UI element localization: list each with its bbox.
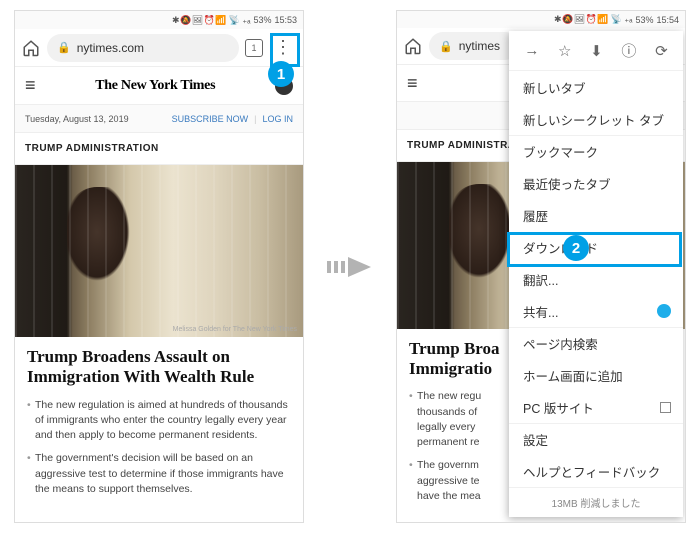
download-icon[interactable]: ⬇ bbox=[590, 42, 603, 60]
badge-2: 2 bbox=[563, 235, 589, 261]
menu-help[interactable]: ヘルプとフィードバック bbox=[509, 455, 683, 487]
reload-icon[interactable]: ⟳ bbox=[655, 42, 668, 60]
article-summary: The new regulation is aimed at hundreds … bbox=[15, 398, 303, 515]
home-icon[interactable] bbox=[403, 36, 423, 56]
chrome-menu: → ☆ ⬇ ⓘ ⟳ 新しいタブ 新しいシークレット タブ ブックマーク 最近使っ… bbox=[509, 31, 683, 517]
status-battery: 53% bbox=[253, 15, 271, 25]
site-logo[interactable]: The New York Times bbox=[95, 78, 215, 94]
hamburger-icon[interactable]: ≡ bbox=[407, 73, 418, 94]
site-header: ≡ The New York Times bbox=[15, 67, 303, 105]
status-net: 📡 ₊ₐ bbox=[611, 14, 633, 25]
transition-arrow bbox=[320, 249, 380, 285]
status-time: 15:53 bbox=[274, 15, 297, 25]
url-field[interactable]: 🔒 nytimes bbox=[429, 32, 519, 60]
url-text: nytimes bbox=[459, 39, 500, 53]
menu-recent-tabs[interactable]: 最近使ったタブ bbox=[509, 167, 683, 199]
menu-settings[interactable]: 設定 bbox=[509, 423, 683, 455]
checkbox-icon[interactable] bbox=[660, 402, 671, 413]
tabs-icon[interactable]: 1 bbox=[245, 39, 263, 57]
menu-footer: 13MB 削減しました bbox=[509, 487, 683, 517]
status-time: 15:54 bbox=[656, 15, 679, 25]
status-net: 📡 ₊ₐ bbox=[229, 15, 251, 26]
lock-icon: 🔒 bbox=[439, 40, 453, 53]
menu-add-homescreen[interactable]: ホーム画面に追加 bbox=[509, 359, 683, 391]
status-bar: ✱ 🔕 🖼 ⏰ 📶 📡 ₊ₐ 53% 15:54 bbox=[397, 11, 685, 28]
hamburger-icon[interactable]: ≡ bbox=[25, 75, 36, 96]
status-battery: 53% bbox=[635, 15, 653, 25]
bullet: The government's decision will be based … bbox=[27, 451, 291, 497]
section-kicker: TRUMP ADMINISTRATION bbox=[15, 133, 303, 165]
menu-share[interactable]: 共有... bbox=[509, 295, 683, 327]
phone-left: ✱ 🔕 🖼 ⏰ 📶 📡 ₊ₐ 53% 15:53 🔒 nytimes.com 1… bbox=[14, 10, 304, 523]
bullet: The new regulation is aimed at hundreds … bbox=[27, 398, 291, 444]
badge-1: 1 bbox=[268, 61, 294, 87]
date-row: Tuesday, August 13, 2019 SUBSCRIBE NOW |… bbox=[15, 105, 303, 133]
more-menu-button[interactable]: ⋮ bbox=[269, 34, 297, 62]
article-photo: Melissa Golden for The New York Times bbox=[15, 165, 303, 337]
menu-new-tab[interactable]: 新しいタブ bbox=[509, 71, 683, 103]
status-bar: ✱ 🔕 🖼 ⏰ 📶 📡 ₊ₐ 53% 15:53 bbox=[15, 11, 303, 29]
menu-desktop-site[interactable]: PC 版サイト bbox=[509, 391, 683, 423]
menu-history[interactable]: 履歴 bbox=[509, 199, 683, 231]
star-icon[interactable]: ☆ bbox=[558, 42, 571, 60]
date-text: Tuesday, August 13, 2019 bbox=[25, 114, 129, 124]
lock-icon: 🔒 bbox=[57, 41, 71, 54]
url-text: nytimes.com bbox=[77, 41, 144, 55]
menu-incognito[interactable]: 新しいシークレット タブ bbox=[509, 103, 683, 135]
status-icons: ✱ 🔕 🖼 ⏰ 📶 bbox=[554, 14, 608, 25]
status-icons: ✱ 🔕 🖼 ⏰ 📶 bbox=[172, 15, 226, 26]
menu-find[interactable]: ページ内検索 bbox=[509, 327, 683, 359]
menu-bookmarks[interactable]: ブックマーク bbox=[509, 135, 683, 167]
menu-toolbar: → ☆ ⬇ ⓘ ⟳ bbox=[509, 31, 683, 71]
share-icon bbox=[657, 304, 671, 318]
photo-credit: Melissa Golden for The New York Times bbox=[173, 326, 297, 333]
info-icon[interactable]: ⓘ bbox=[621, 40, 636, 61]
menu-downloads[interactable]: ダウンロード bbox=[509, 231, 683, 263]
url-field[interactable]: 🔒 nytimes.com bbox=[47, 34, 239, 62]
menu-translate[interactable]: 翻訳... bbox=[509, 263, 683, 295]
forward-icon[interactable]: → bbox=[524, 42, 539, 59]
address-bar: 🔒 nytimes.com 1 ⋮ bbox=[15, 29, 303, 67]
subscribe-link[interactable]: SUBSCRIBE NOW bbox=[172, 114, 249, 124]
phone-right: ✱ 🔕 🖼 ⏰ 📶 📡 ₊ₐ 53% 15:54 🔒 nytimes ≡ TRU… bbox=[396, 10, 686, 523]
article-headline[interactable]: Trump Broadens Assault on Immigration Wi… bbox=[15, 337, 303, 398]
login-link[interactable]: LOG IN bbox=[262, 114, 293, 124]
home-icon[interactable] bbox=[21, 38, 41, 58]
